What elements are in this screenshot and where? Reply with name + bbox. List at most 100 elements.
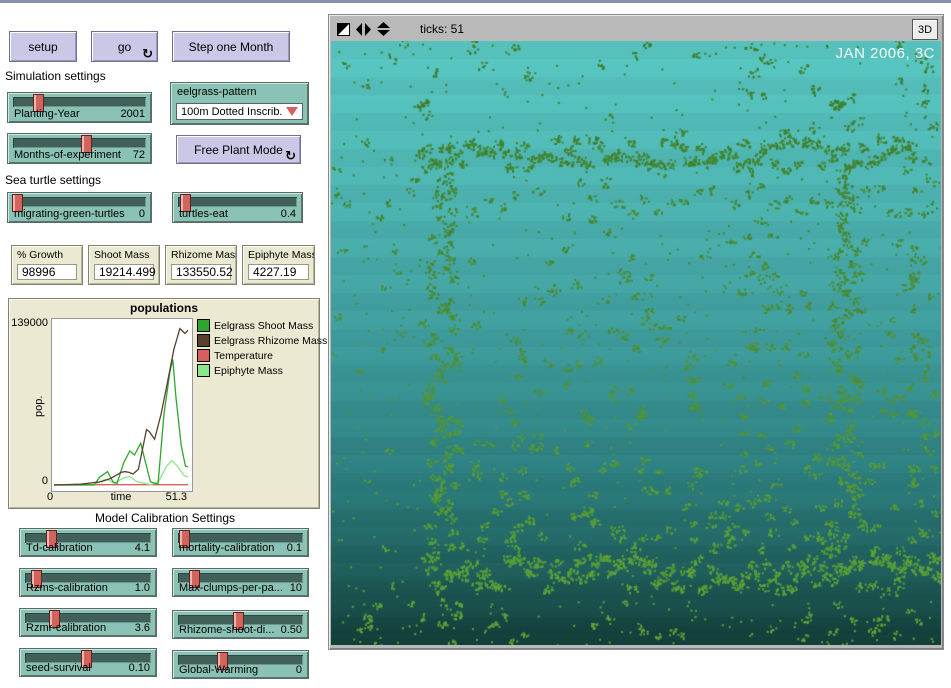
step-one-month-label: Step one Month [189, 40, 274, 54]
slider-label: migrating-green-turtles [14, 208, 125, 220]
monitor-rhizome-mass: Rhizome Mass 133550.52 [165, 245, 237, 285]
legend-label: Eelgrass Shoot Mass [214, 320, 313, 332]
slider-label: mortality-calibration [179, 542, 274, 554]
slider-value: 2001 [121, 108, 145, 120]
y-axis-min-tick: 0 [9, 475, 48, 487]
resize-view-icon[interactable] [337, 23, 350, 36]
slider-value: 72 [133, 149, 145, 161]
slider-mortality-calibration[interactable]: mortality-calibration 0.1 [172, 528, 309, 557]
legend-label: Eelgrass Rhizome Mass [214, 335, 327, 347]
slider-value: 10 [290, 582, 302, 594]
plot-title: populations [9, 301, 319, 315]
legend-item: Epiphyte Mass [197, 364, 283, 377]
slider-value: 0.10 [129, 662, 150, 674]
setup-button-label: setup [28, 40, 57, 54]
monitor-shoot-mass: Shoot Mass 19214.499 [88, 245, 160, 285]
legend-label: Epiphyte Mass [214, 365, 283, 377]
slider-months-of-experiment[interactable]: Months-of-experiment 72 [7, 133, 152, 164]
world-canvas[interactable] [331, 41, 941, 645]
step-one-month-button[interactable]: Step one Month [172, 31, 290, 62]
slider-label: seed-survival [26, 662, 91, 674]
slider-track[interactable] [13, 97, 146, 107]
legend-label: Temperature [214, 350, 273, 362]
monitor-percent-growth: % Growth 98996 [11, 245, 83, 285]
chevron-down-icon [286, 107, 298, 116]
simulation-settings-label: Simulation settings [5, 69, 106, 83]
monitor-label: Shoot Mass [94, 249, 159, 261]
slider-track[interactable] [178, 197, 297, 207]
legend-item: Temperature [197, 349, 273, 362]
slider-planting-year[interactable]: Planting-Year 2001 [7, 92, 152, 123]
slider-seed-survival[interactable]: seed-survival 0.10 [19, 648, 157, 677]
date-temperature-overlay: JAN 2006, 3C [836, 45, 935, 62]
legend-swatch-epiphyte-mass [197, 364, 210, 377]
monitor-value: 19214.499 [94, 264, 154, 280]
legend-swatch-shoot-mass [197, 319, 210, 332]
slider-label: Td-calibration [26, 542, 93, 554]
chooser-label: eelgrass-pattern [177, 86, 308, 98]
forever-icon: ↻ [142, 47, 153, 60]
sea-turtle-settings-label: Sea turtle settings [5, 173, 101, 187]
slider-label: Rhizome-shoot-di... [179, 624, 274, 636]
legend-swatch-rhizome-mass [197, 334, 210, 347]
chooser-eelgrass-pattern[interactable]: eelgrass-pattern 100m Dotted Inscrib... [170, 82, 309, 125]
slider-track[interactable] [13, 138, 146, 148]
x-axis-max-tick: 51.3 [143, 491, 187, 503]
monitor-label: Rhizome Mass [171, 249, 236, 261]
slider-global-warming[interactable]: Global-Warming 0 [172, 650, 309, 679]
legend-item: Eelgrass Rhizome Mass [197, 334, 327, 347]
populations-plot: populations 139000 0 pop. 0 time 51.3 Ee… [8, 298, 320, 509]
slider-value: 4.1 [135, 542, 150, 554]
slider-label: Months-of-experiment [14, 149, 121, 161]
slider-max-clumps-per-patch[interactable]: Max-clumps-per-pa... 10 [172, 568, 309, 597]
legend-swatch-temperature [197, 349, 210, 362]
slider-track[interactable] [13, 197, 146, 207]
slider-label: Rzmr-calibration [26, 622, 106, 634]
model-calibration-settings-label: Model Calibration Settings [40, 511, 290, 525]
slider-value: 0.1 [287, 542, 302, 554]
vertical-pan-icon[interactable] [377, 22, 390, 36]
setup-button[interactable]: setup [9, 31, 77, 62]
window-top-band [0, 0, 951, 3]
go-button-label: go [118, 40, 131, 54]
legend-item: Eelgrass Shoot Mass [197, 319, 313, 332]
forever-icon: ↻ [285, 149, 296, 162]
view-3d-button[interactable]: 3D [912, 19, 938, 40]
slider-rhizome-shoot-division[interactable]: Rhizome-shoot-di... 0.50 [172, 610, 309, 639]
slider-migrating-green-turtles[interactable]: migrating-green-turtles 0 [7, 192, 152, 223]
slider-label: Rzms-calibration [26, 582, 108, 594]
view-header: ticks: 51 3D [331, 17, 941, 41]
slider-value: 0.50 [281, 624, 302, 636]
free-plant-mode-button[interactable]: Free Plant Mode ↻ [176, 135, 301, 164]
world-view-widget: ticks: 51 3D JAN 2006, 3C [328, 14, 944, 650]
slider-td-calibration[interactable]: Td-calibration 4.1 [19, 528, 157, 557]
slider-label: Planting-Year [14, 108, 80, 120]
y-axis-max-tick: 139000 [9, 317, 48, 329]
slider-label: Max-clumps-per-pa... [179, 582, 283, 594]
plot-series-lines [52, 319, 192, 491]
slider-rzmr-calibration[interactable]: Rzmr-calibration 3.6 [19, 608, 157, 637]
monitor-label: Epiphyte Mass [248, 249, 314, 261]
slider-rzms-calibration[interactable]: Rzms-calibration 1.0 [19, 568, 157, 597]
slider-turtles-eat[interactable]: turtles-eat 0.4 [172, 192, 303, 223]
slider-label: turtles-eat [179, 208, 228, 220]
go-button[interactable]: go ↻ [91, 31, 158, 62]
monitor-epiphyte-mass: Epiphyte Mass 4227.19 [242, 245, 315, 285]
chooser-selected-value: 100m Dotted Inscrib... [181, 106, 283, 118]
monitor-value: 4227.19 [248, 264, 309, 280]
slider-value: 0.4 [281, 208, 296, 220]
monitor-value: 98996 [17, 264, 77, 280]
horizontal-pan-icon[interactable] [356, 23, 371, 36]
world-container: JAN 2006, 3C [331, 41, 941, 645]
monitor-label: % Growth [17, 249, 82, 261]
slider-value: 0 [139, 208, 145, 220]
slider-label: Global-Warming [179, 664, 258, 676]
chooser-dropdown[interactable]: 100m Dotted Inscrib... [176, 103, 303, 120]
plot-canvas [51, 318, 193, 492]
free-plant-mode-label: Free Plant Mode [194, 143, 283, 157]
monitor-value: 133550.52 [171, 264, 231, 280]
slider-value: 1.0 [135, 582, 150, 594]
y-axis-label: pop. [33, 396, 45, 417]
slider-value: 0 [296, 664, 302, 676]
slider-value: 3.6 [135, 622, 150, 634]
